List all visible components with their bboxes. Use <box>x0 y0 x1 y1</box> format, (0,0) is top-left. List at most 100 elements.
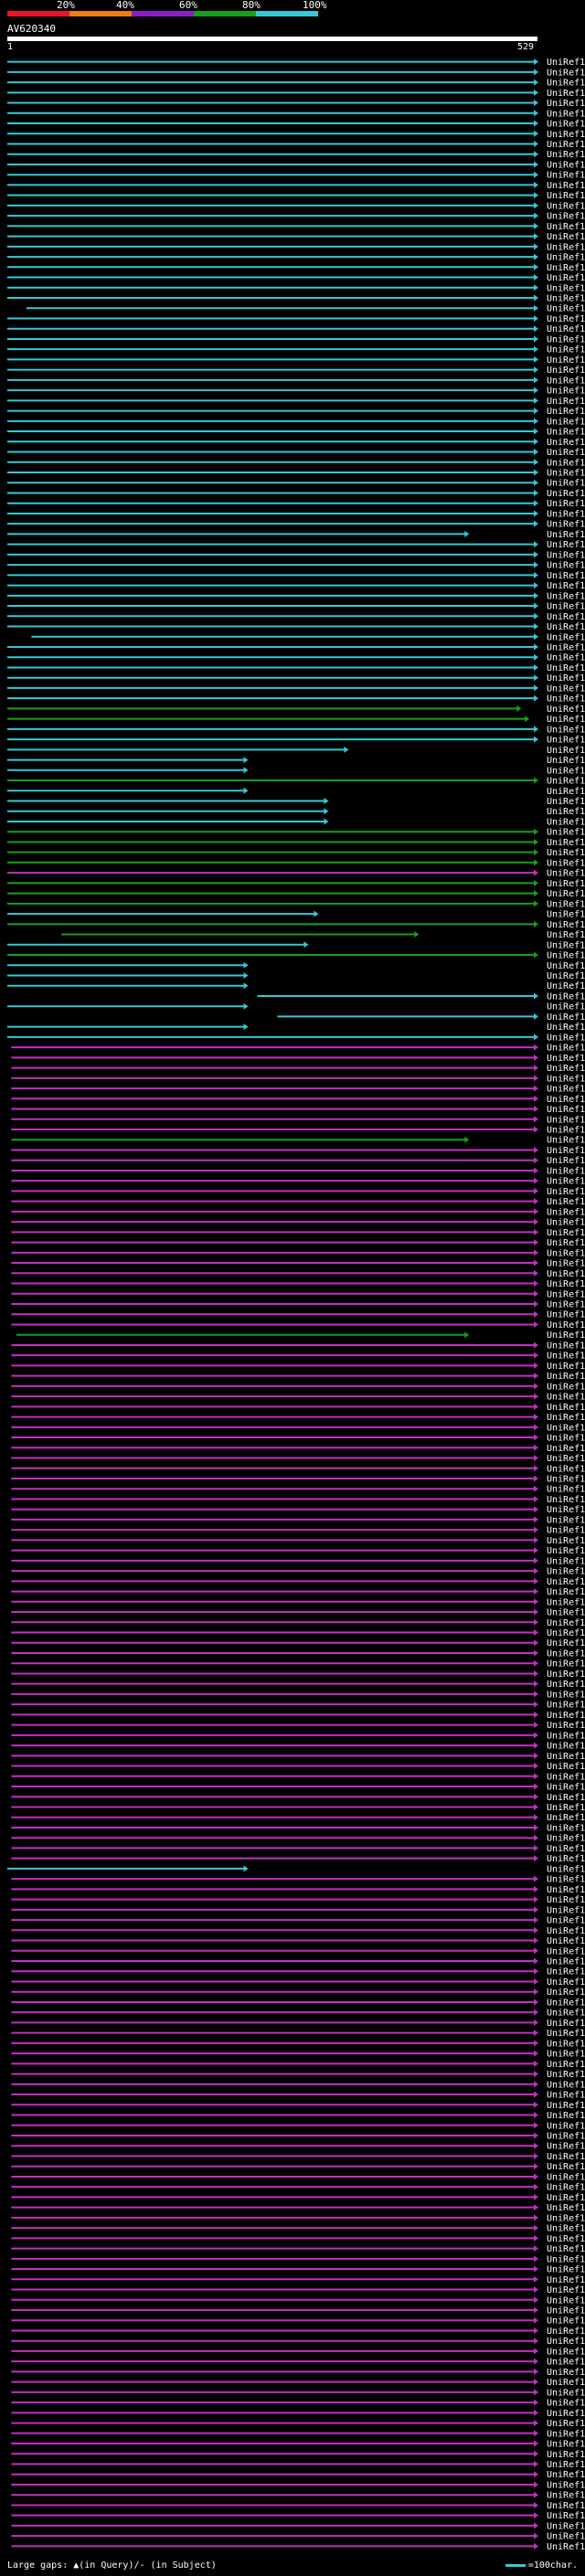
hit-row[interactable]: UniRef100_C1K9W5 <box>7 591 585 601</box>
hit-label[interactable]: UniRef100_C5M0J9 <box>547 632 585 642</box>
hit-label[interactable]: UniRef100_Q9U6W8 <box>547 1731 585 1741</box>
hit-label[interactable]: UniRef100_C3TCH6 <box>547 2265 585 2275</box>
hit-label[interactable]: UniRef100_Q9YOU5 <box>547 1362 585 1372</box>
hit-label[interactable]: UniRef100_C0LL60 <box>547 1012 585 1023</box>
hit-row[interactable]: UniRef100_C3TYC3 <box>11 1259 585 1269</box>
hit-label[interactable]: UniRef100_Q9YOU2 <box>547 1382 585 1392</box>
hit-label[interactable]: UniRef100_A6QN43 <box>547 817 585 827</box>
hit-label[interactable]: UniRef100_A6YPU0 <box>547 2172 585 2182</box>
hit-row[interactable]: UniRef100_A0B7D6 <box>11 1648 585 1659</box>
hit-row[interactable]: UniRef100_Q0X552 <box>7 201 585 211</box>
hit-label[interactable]: UniRef100_C5LFG1 <box>547 458 585 468</box>
hit-label[interactable]: UniRef100_C7SZ20 <box>547 2111 585 2121</box>
hit-label[interactable]: UniRef100_B5W4N6 <box>547 1136 585 1146</box>
hit-label[interactable]: UniRef100_C1K9V4 <box>547 612 585 622</box>
hit-row[interactable]: UniRef100_C1K9V4 <box>7 612 585 622</box>
hit-row[interactable]: UniRef100_Q9U670 <box>11 1752 585 1762</box>
hit-row[interactable]: UniRef100_C0LL58 <box>7 971 585 981</box>
hit-row[interactable]: UniRef100_Q06GR4 <box>11 2060 585 2070</box>
hit-row[interactable]: UniRef100_Q1EF32 <box>11 2521 585 2531</box>
hit-label[interactable]: UniRef100_Q9U6V0 <box>547 1690 585 1700</box>
hit-label[interactable]: UniRef100_Q9NK30 <box>547 1495 585 1505</box>
hit-row[interactable]: UniRef100_Q8PUR8 <box>11 1054 585 1064</box>
hit-row[interactable]: UniRef100_C1K9U8 <box>7 622 585 632</box>
hit-label[interactable]: UniRef100_Q9U6V1 <box>547 1916 585 1926</box>
hit-row[interactable]: UniRef100_A6QN43 <box>7 817 585 827</box>
hit-label[interactable]: UniRef100_C0LL62 <box>547 1002 585 1012</box>
hit-row[interactable]: UniRef100_A6YPT2 <box>11 1300 585 1310</box>
hit-row[interactable]: UniRef100_B8C995 <box>7 828 585 838</box>
hit-row[interactable]: UniRef100_B5W4P5 <box>7 642 585 652</box>
hit-row[interactable]: UniRef100_C3TY95 <box>11 1608 585 1618</box>
hit-row[interactable]: UniRef100_Q9U6Y9 <box>11 2347 585 2357</box>
hit-row[interactable]: UniRef100_B3XZY1 <box>7 715 585 725</box>
hit-row[interactable]: UniRef100_C1K9U9 <box>7 653 585 663</box>
hit-row[interactable]: UniRef100_Q9U9W7 <box>11 1074 585 1084</box>
hit-row[interactable]: UniRef100_Q8NKL3 <box>11 1156 585 1166</box>
hit-label[interactable]: UniRef100_Q9YOU3 <box>547 1875 585 1885</box>
hit-label[interactable]: UniRef100_B8C995 <box>547 828 585 838</box>
hit-label[interactable]: UniRef100_Q8NKL3 <box>547 1156 585 1166</box>
hit-row[interactable]: UniRef100_C1MT59 <box>7 438 585 448</box>
hit-row[interactable]: UniRef100_Q9YOT6 <box>11 1413 585 1423</box>
hit-row[interactable]: UniRef100_A6QN44 <box>7 807 585 817</box>
hit-label[interactable]: UniRef100_B5W4Q2 <box>547 899 585 909</box>
hit-row[interactable]: UniRef100_B5W4N9 <box>7 673 585 684</box>
hit-label[interactable]: UniRef100_Q2R8S8 <box>547 1320 585 1330</box>
hit-row[interactable]: UniRef100_A6YPX9 <box>11 2183 585 2193</box>
hit-row[interactable]: UniRef100_B4ZE49 <box>7 222 585 232</box>
hit-label[interactable]: UniRef100_Q8NLF0 <box>547 2295 585 2306</box>
hit-row[interactable]: UniRef100_B5W4N4 <box>11 1341 585 1351</box>
hit-row[interactable]: UniRef100_Q9NK33 <box>11 1485 585 1495</box>
hit-label[interactable]: UniRef100_C5M1M0 <box>547 469 585 479</box>
hit-label[interactable]: UniRef100_A7YXX0 <box>547 171 585 181</box>
hit-label[interactable]: UniRef100_Q3ZJR3 <box>547 1813 585 1823</box>
hit-row[interactable]: UniRef100_B5W4P8 <box>7 694 585 705</box>
hit-row[interactable]: UniRef100_Q3ZJR6 <box>11 2029 585 2039</box>
hit-row[interactable]: UniRef100_Q8BP22 <box>11 1567 585 1577</box>
hit-row[interactable]: UniRef100_A6YPS6 <box>11 1105 585 1115</box>
hit-label[interactable]: UniRef100_D1NLX1 <box>547 68 585 78</box>
hit-label[interactable]: UniRef100_C1EE66 <box>547 324 585 334</box>
hit-row[interactable]: UniRef100_B5W4N8 <box>16 1330 585 1341</box>
hit-label[interactable]: UniRef100_C0LL58 <box>547 971 585 981</box>
hit-label[interactable]: UniRef100_C1MT59 <box>547 438 585 448</box>
hit-row[interactable]: UniRef100_P36519 <box>11 1854 585 1864</box>
hit-row[interactable]: UniRef100_Q9YOL1 <box>11 2316 585 2327</box>
hit-label[interactable]: UniRef100_Q8WT98 <box>547 1977 585 1988</box>
hit-label[interactable]: UniRef100_A6MNT1 <box>547 120 585 130</box>
hit-label[interactable]: UniRef100_Q5BSE9 <box>547 2009 585 2019</box>
hit-row[interactable]: UniRef100_Q8BP29 <box>11 2419 585 2429</box>
hit-row[interactable]: UniRef100_A6XIL2 <box>11 1177 585 1187</box>
hit-row[interactable]: UniRef100_C0LL63 <box>7 1864 585 1874</box>
hit-row[interactable]: UniRef100_A6QN49 <box>7 797 585 807</box>
hit-label[interactable]: UniRef100_B6ACL0 <box>547 1269 585 1279</box>
hit-label[interactable]: UniRef100_C5LFG0 <box>547 499 585 509</box>
hit-row[interactable]: UniRef100_Q8BP21 <box>11 2450 585 2460</box>
hit-row[interactable]: UniRef100_C0LL54 <box>7 766 585 776</box>
hit-label[interactable]: UniRef100_A6YE28 <box>547 1628 585 1638</box>
hit-row[interactable]: UniRef100_B5W4P4 <box>7 540 585 550</box>
hit-row[interactable]: UniRef100_Q9YOU4 <box>11 1372 585 1382</box>
hit-label[interactable]: UniRef100_A6L2R7 <box>547 602 585 612</box>
hit-label[interactable]: UniRef100_Q9YOU1 <box>547 1393 585 1403</box>
hit-row[interactable]: UniRef100_C7SZ22 <box>11 2101 585 2111</box>
hit-label[interactable]: UniRef100_C7SYZ7 <box>547 2121 585 2131</box>
hit-label[interactable]: UniRef100_Q1P5E0 <box>547 417 585 427</box>
hit-row[interactable]: UniRef100_Q9YOU2 <box>11 1382 585 1392</box>
hit-label[interactable]: UniRef100_Q8BP22 <box>547 1567 585 1577</box>
hit-row[interactable]: UniRef100_Q9YOU7 <box>11 1670 585 1680</box>
hit-label[interactable]: UniRef100_A6YE18 <box>547 2213 585 2223</box>
hit-label[interactable]: UniRef100_Q0Q274 <box>547 2070 585 2080</box>
hit-row[interactable]: UniRef100_A8IIV9 <box>7 232 585 242</box>
hit-row[interactable]: UniRef100_B2DDA2 <box>7 889 585 899</box>
hit-row[interactable]: UniRef100_A4S686 <box>7 191 585 201</box>
hit-row[interactable]: UniRef100_A8HC37 <box>26 304 585 314</box>
hit-label[interactable]: UniRef100_Q6WVG0 <box>547 1577 585 1587</box>
hit-label[interactable]: UniRef100_Q1EG23 <box>547 2285 585 2295</box>
hit-label[interactable]: UniRef100_Q9NK40 <box>547 1187 585 1197</box>
hit-label[interactable]: UniRef100_C0LL56 <box>547 756 585 766</box>
hit-row[interactable]: UniRef100_Q9U6V4 <box>11 1701 585 1711</box>
hit-row[interactable]: UniRef100_Q8NTH4 <box>11 1762 585 1772</box>
hit-label[interactable]: UniRef100_A6XIL2 <box>547 1177 585 1187</box>
